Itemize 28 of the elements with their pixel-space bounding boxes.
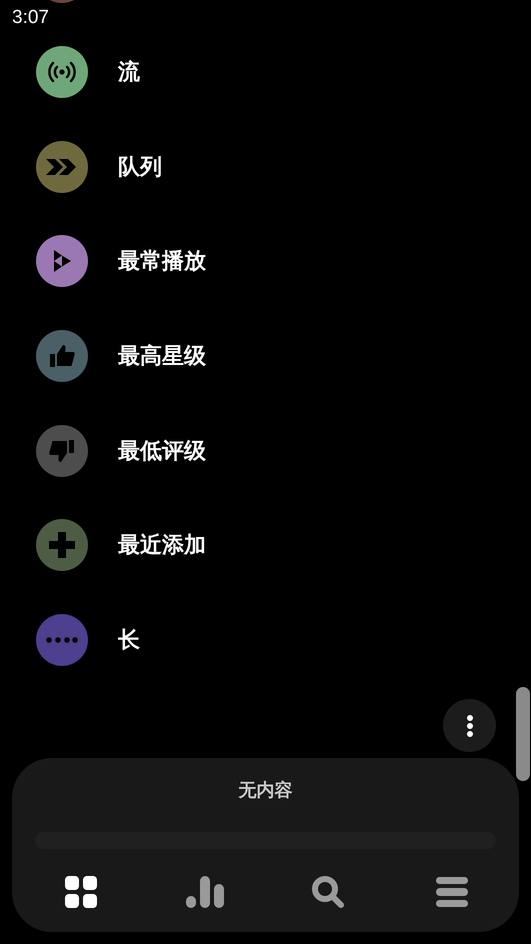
play-icon	[52, 249, 72, 274]
more-icon	[466, 714, 472, 737]
item-label: 最常播放	[118, 248, 206, 276]
thumbs-down-icon	[49, 438, 75, 463]
menu-item[interactable]: 最常播放	[0, 214, 531, 309]
item-label: 队列	[118, 154, 162, 182]
broadcast-icon	[48, 60, 76, 83]
dots-icon	[46, 636, 78, 643]
bar-chart-icon	[186, 876, 224, 908]
nav-tab[interactable]	[184, 875, 225, 909]
item-label: 流	[118, 58, 140, 87]
item-label: 最低评级	[118, 438, 206, 466]
item-label: 最高星级	[118, 342, 206, 371]
item-label: 最近添加	[118, 532, 206, 560]
search-icon	[312, 876, 344, 908]
grid-icon	[65, 876, 97, 908]
menu-item[interactable]: 最高星级	[0, 308, 531, 404]
thumbs-up-icon	[49, 344, 75, 368]
scrollbar[interactable]	[516, 687, 530, 781]
plus-icon	[49, 532, 75, 558]
menu-icon	[436, 877, 468, 907]
double-chevron-icon	[45, 156, 79, 177]
track-title: 无内容	[238, 779, 292, 802]
menu-item[interactable]: 长	[0, 592, 531, 688]
menu-item[interactable]: 最近添加	[0, 498, 531, 593]
menu-item[interactable]: 最低评级	[0, 403, 531, 498]
item-label: 长	[118, 626, 140, 655]
menu-item[interactable]: 队列	[0, 119, 531, 214]
